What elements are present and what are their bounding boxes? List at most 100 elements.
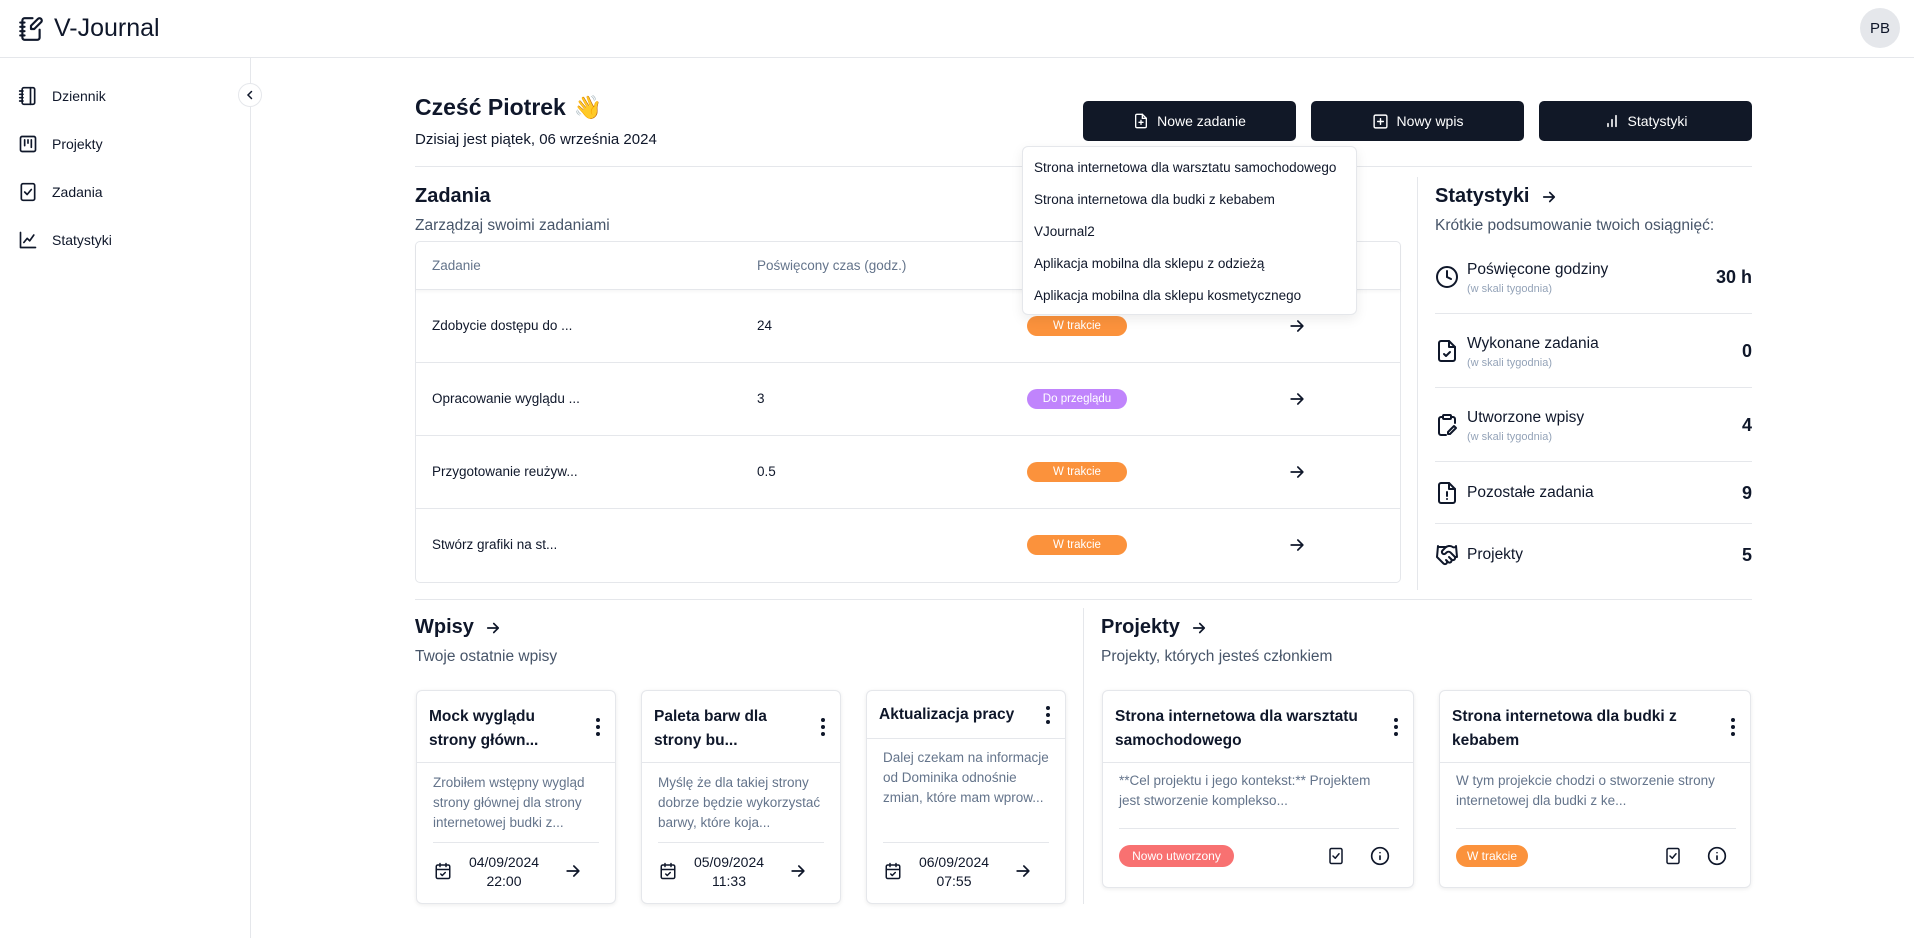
card-header: Aktualizacja pracy	[867, 691, 1065, 739]
arrow-right-icon[interactable]	[563, 861, 583, 881]
entry-time: 11:33	[712, 873, 746, 889]
more-vertical-icon[interactable]	[1393, 717, 1399, 737]
entry-card[interactable]: Aktualizacja pracy Dalej czekam na infor…	[866, 690, 1066, 904]
entries-title-link[interactable]: Wpisy	[415, 616, 502, 639]
entry-datetime: 04/09/2024 22:00	[464, 853, 544, 891]
sidebar-item-label: Projekty	[52, 136, 103, 152]
clock-icon	[1436, 266, 1458, 288]
greeting-text: Cześć Piotrek	[415, 94, 566, 120]
stats-button[interactable]: Statystyki	[1539, 101, 1752, 141]
notebook-icon	[18, 86, 36, 106]
arrow-right-icon	[486, 622, 499, 633]
table-row[interactable]: Stwórz grafiki na st... W trakcie	[416, 509, 1400, 582]
avatar[interactable]: PB	[1860, 8, 1900, 48]
current-date: Dzisiaj jest piątek, 06 września 2024	[415, 131, 657, 148]
table-row[interactable]: Opracowanie wyglądu ... 3 Do przeglądu	[416, 363, 1400, 436]
info-icon[interactable]	[1370, 846, 1390, 866]
new-entry-button[interactable]: Nowy wpis	[1311, 101, 1524, 141]
entry-date: 05/09/2024	[693, 854, 765, 870]
more-vertical-icon[interactable]	[820, 717, 826, 737]
projects-title-link[interactable]: Projekty	[1101, 616, 1208, 639]
card-title-line: Aktualizacja pracy	[879, 706, 1015, 723]
stat-value: 9	[1741, 483, 1752, 503]
sidebar-item-zadania[interactable]: Zadania	[18, 182, 103, 202]
new-task-button[interactable]: Nowe zadanie	[1083, 101, 1296, 141]
checklist-icon[interactable]	[1664, 846, 1682, 866]
stats-label: Statystyki	[1627, 113, 1688, 129]
card-excerpt: Zrobiłem wstępny wygląd strony głównej d…	[433, 773, 585, 833]
project-card[interactable]: Strona internetowa dla warsztatu samocho…	[1102, 690, 1414, 888]
projects-subtitle: Projekty, których jesteś członkiem	[1101, 648, 1333, 665]
card-title: Strona internetowa dla budki z kebabem	[1452, 705, 1677, 753]
excerpt-line: internetowej budki z...	[433, 815, 564, 830]
sidebar-item-dziennik[interactable]: Dziennik	[18, 86, 106, 106]
card-header: Mock wyglądu strony główn...	[417, 691, 615, 763]
card-excerpt: **Cel projektu i jego kontekst:** Projek…	[1119, 771, 1370, 811]
status-badge: W trakcie	[1456, 845, 1528, 867]
card-title-line: Strona internetowa dla warsztatu	[1115, 708, 1358, 725]
card-title: Aktualizacja pracy	[879, 703, 1014, 727]
collapse-sidebar-button[interactable]	[238, 83, 262, 107]
calendar-check-icon	[885, 862, 901, 880]
excerpt-line: internetowej dla budki z ke...	[1456, 793, 1627, 808]
app-logo[interactable]: V-Journal	[18, 14, 160, 43]
stat-row: Utworzone wpisy (w skali tygodnia) 4	[1435, 388, 1752, 462]
sidebar-item-projekty[interactable]: Projekty	[18, 134, 103, 154]
arrow-right-icon[interactable]	[1287, 389, 1307, 409]
entry-card[interactable]: Paleta barw dla strony bu... Myślę że dl…	[641, 690, 841, 904]
more-vertical-icon[interactable]	[1045, 705, 1051, 725]
excerpt-line: Zrobiłem wstępny wygląd	[433, 775, 585, 790]
dropdown-item[interactable]: VJournal2	[1023, 215, 1356, 247]
card-title-line: kebabem	[1452, 732, 1520, 749]
sidebar: Dziennik Projekty Zadania Statystyki	[0, 58, 251, 938]
file-alert-icon	[1438, 482, 1456, 504]
card-divider	[433, 842, 599, 843]
entry-card[interactable]: Mock wyglądu strony główn... Zrobiłem ws…	[416, 690, 616, 904]
checklist-icon[interactable]	[1327, 846, 1345, 866]
more-vertical-icon[interactable]	[1730, 717, 1736, 737]
calendar-check-icon	[435, 862, 451, 880]
excerpt-line: Dalej czekam na informacje	[883, 750, 1049, 765]
kanban-icon	[19, 135, 37, 153]
arrow-right-icon[interactable]	[1287, 462, 1307, 482]
table-row[interactable]: Przygotowanie reużyw... 0.5 W trakcie	[416, 436, 1400, 509]
sidebar-item-label: Dziennik	[52, 88, 106, 104]
card-title: Paleta barw dla strony bu...	[654, 705, 767, 753]
project-card[interactable]: Strona internetowa dla budki z kebabem W…	[1439, 690, 1751, 888]
card-title-line: samochodowego	[1115, 732, 1242, 749]
info-icon[interactable]	[1707, 846, 1727, 866]
dropdown-item[interactable]: Strona internetowa dla budki z kebabem	[1023, 183, 1356, 215]
card-divider	[1456, 828, 1736, 829]
card-title-line: strony bu...	[654, 732, 738, 749]
greeting-title: Cześć Piotrek 👋	[415, 94, 603, 121]
arrow-right-icon[interactable]	[1013, 861, 1033, 881]
stat-row: Projekty 5	[1435, 524, 1752, 586]
card-title-line: Mock wyglądu	[429, 708, 535, 725]
card-header: Strona internetowa dla budki z kebabem	[1440, 691, 1750, 763]
card-header: Strona internetowa dla warsztatu samocho…	[1103, 691, 1413, 763]
status-badge: W trakcie	[1027, 535, 1127, 555]
excerpt-line: barwy, które koja...	[658, 815, 771, 830]
card-header: Paleta barw dla strony bu...	[642, 691, 840, 763]
more-vertical-icon[interactable]	[595, 717, 601, 737]
square-plus-icon	[1372, 113, 1388, 129]
sidebar-item-statystyki[interactable]: Statystyki	[18, 230, 112, 250]
entry-datetime: 05/09/2024 11:33	[689, 853, 769, 891]
stats-title-link[interactable]: Statystyki	[1435, 185, 1558, 208]
projects-title-text: Projekty	[1101, 616, 1180, 638]
dropdown-item[interactable]: Strona internetowa dla warsztatu samocho…	[1023, 151, 1356, 183]
card-title: Strona internetowa dla warsztatu samocho…	[1115, 705, 1358, 753]
arrow-right-icon[interactable]	[788, 861, 808, 881]
excerpt-line: Myślę że dla takiej strony	[658, 775, 809, 790]
arrow-right-icon[interactable]	[1287, 535, 1307, 555]
column-header-task: Zadanie	[432, 258, 481, 273]
dropdown-item[interactable]: Aplikacja mobilna dla sklepu z odzieżą	[1023, 247, 1356, 279]
stat-label: Wykonane zadania	[1467, 335, 1599, 352]
stat-label: Utworzone wpisy	[1467, 409, 1585, 426]
status-badge: Nowo utworzony	[1119, 845, 1234, 867]
new-entry-label: Nowy wpis	[1396, 113, 1464, 129]
arrow-right-icon[interactable]	[1287, 316, 1307, 336]
dropdown-item[interactable]: Aplikacja mobilna dla sklepu kosmetyczne…	[1023, 279, 1356, 311]
file-check-icon	[1438, 340, 1456, 362]
task-time: 24	[757, 318, 773, 333]
